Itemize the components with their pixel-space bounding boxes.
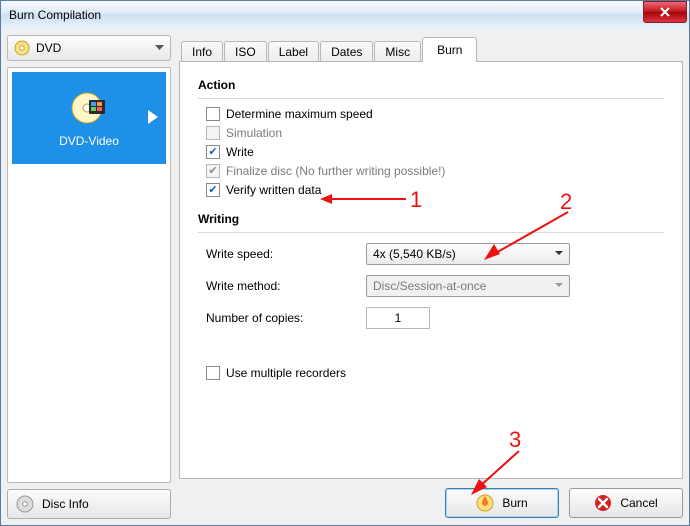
copies-input[interactable]: 1 (366, 307, 430, 329)
checkbox-icon (206, 107, 220, 121)
writing-section-title: Writing (198, 212, 664, 226)
chevron-down-icon (553, 279, 565, 291)
check-icon: ✔ (208, 185, 217, 196)
compilation-list: DVD-Video (7, 67, 171, 483)
simulation-checkbox: Simulation (206, 126, 664, 140)
checkbox-icon: ✔ (206, 164, 220, 178)
tab-info[interactable]: Info (181, 41, 223, 62)
disc-icon (14, 40, 30, 56)
divider (198, 232, 664, 233)
tab-burn[interactable]: Burn (422, 37, 477, 62)
disc-info-button[interactable]: Disc Info (7, 489, 171, 519)
determine-speed-checkbox[interactable]: Determine maximum speed (206, 107, 664, 121)
cancel-button-label: Cancel (620, 496, 657, 510)
write-speed-label: Write speed: (206, 247, 366, 261)
check-icon: ✔ (208, 147, 217, 158)
checkbox-icon: ✔ (206, 145, 220, 159)
media-type-dropdown[interactable]: DVD (7, 35, 171, 61)
right-column: Info ISO Label Dates Misc Burn Action De… (179, 35, 683, 519)
dvd-video-icon (69, 88, 109, 128)
finalize-label: Finalize disc (No further writing possib… (226, 164, 445, 178)
write-label: Write (226, 145, 254, 159)
write-method-value: Disc/Session-at-once (373, 279, 486, 293)
checkbox-icon (206, 366, 220, 380)
burn-compilation-window: Burn Compilation DVD (0, 0, 690, 526)
window-title: Burn Compilation (9, 8, 643, 22)
play-arrow-icon (148, 110, 158, 124)
cancel-icon (594, 494, 612, 512)
left-column: DVD DVD-Video (7, 35, 171, 519)
action-section-title: Action (198, 78, 664, 92)
close-button[interactable] (643, 1, 687, 23)
tab-label[interactable]: Label (268, 41, 319, 62)
disc-info-icon (16, 495, 34, 513)
write-speed-select[interactable]: 4x (5,540 KB/s) (366, 243, 570, 265)
verify-checkbox[interactable]: ✔ Verify written data (206, 183, 664, 197)
tab-iso[interactable]: ISO (224, 41, 267, 62)
write-method-select: Disc/Session-at-once (366, 275, 570, 297)
titlebar: Burn Compilation (1, 1, 689, 30)
write-checkbox[interactable]: ✔ Write (206, 145, 664, 159)
close-icon (659, 7, 671, 17)
finalize-checkbox: ✔ Finalize disc (No further writing poss… (206, 164, 664, 178)
check-icon: ✔ (208, 166, 217, 177)
compilation-card-dvd-video[interactable]: DVD-Video (12, 72, 166, 164)
compilation-card-label: DVD-Video (12, 134, 166, 148)
dialog-body: DVD DVD-Video (1, 29, 689, 525)
verify-label: Verify written data (226, 183, 321, 197)
cancel-button[interactable]: Cancel (569, 488, 683, 518)
burn-button[interactable]: Burn (445, 488, 559, 518)
chevron-down-icon (155, 45, 164, 51)
tab-dates[interactable]: Dates (320, 41, 373, 62)
write-speed-value: 4x (5,540 KB/s) (373, 247, 456, 261)
multiple-recorders-label: Use multiple recorders (226, 366, 346, 380)
multiple-recorders-checkbox[interactable]: Use multiple recorders (206, 366, 664, 380)
copies-label: Number of copies: (206, 311, 366, 325)
write-method-label: Write method: (206, 279, 366, 293)
media-type-label: DVD (36, 41, 61, 55)
burn-icon (476, 494, 494, 512)
button-bar: Burn Cancel 3 (179, 487, 683, 519)
determine-speed-label: Determine maximum speed (226, 107, 373, 121)
disc-info-label: Disc Info (42, 497, 89, 511)
tabstrip: Info ISO Label Dates Misc Burn (179, 35, 683, 61)
burn-tab-page: Action Determine maximum speed Simulatio… (179, 61, 683, 479)
burn-button-label: Burn (502, 496, 527, 510)
checkbox-icon (206, 126, 220, 140)
tab-misc[interactable]: Misc (374, 41, 421, 62)
simulation-label: Simulation (226, 126, 282, 140)
chevron-down-icon (553, 247, 565, 259)
divider (198, 98, 664, 99)
checkbox-icon: ✔ (206, 183, 220, 197)
